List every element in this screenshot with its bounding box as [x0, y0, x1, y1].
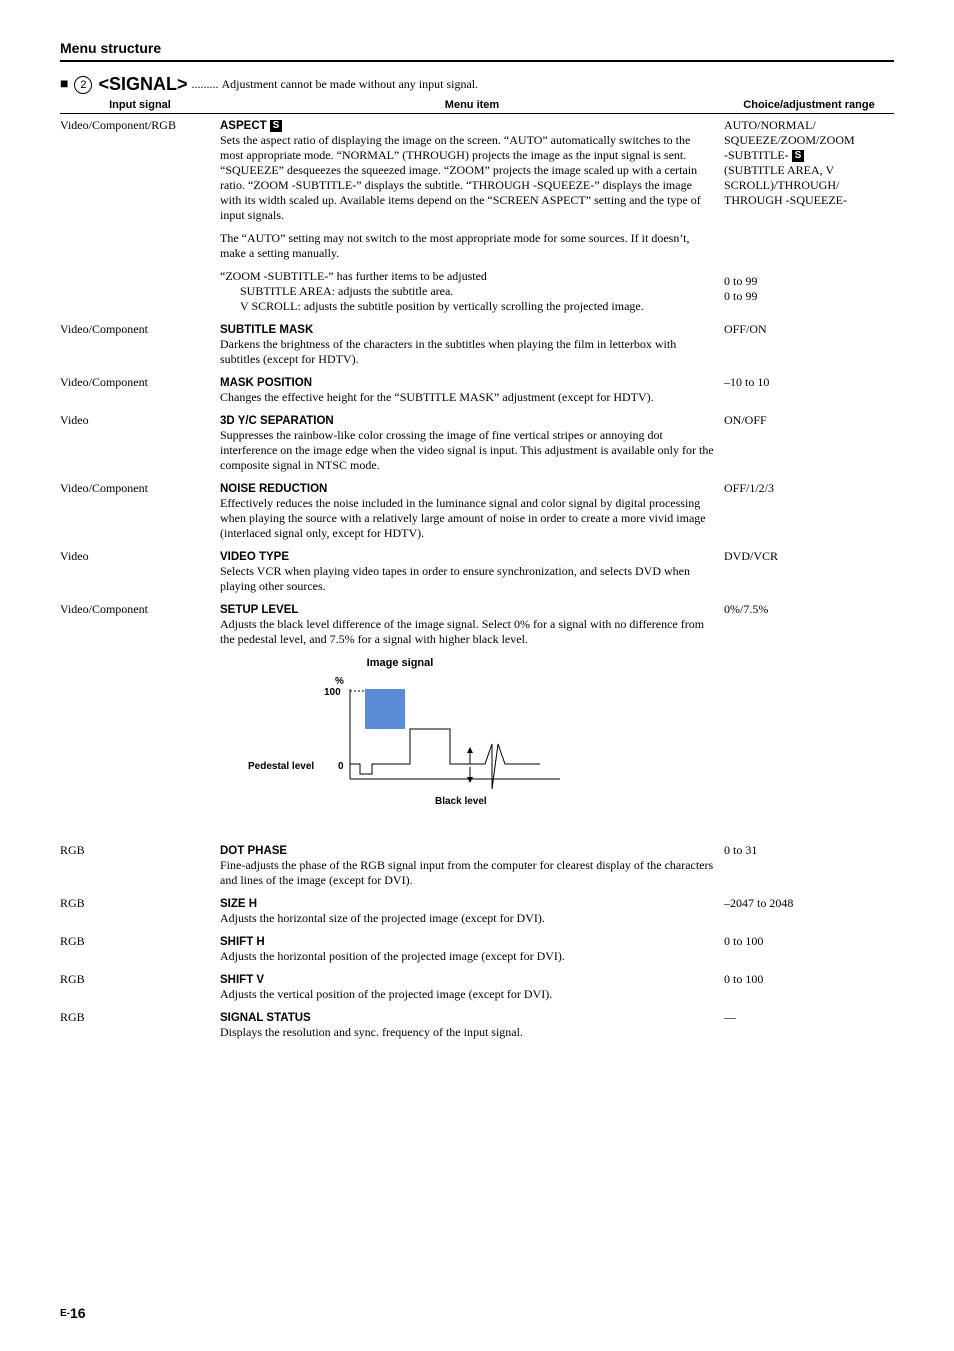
bullet-icon: ■ — [60, 77, 68, 93]
sizeh-row: RGB SIZE H Adjusts the horizontal size o… — [60, 896, 894, 926]
yc-sep-desc: Suppresses the rainbow-like color crossi… — [220, 428, 714, 472]
setup-input: Video/Component — [60, 602, 220, 647]
zero-label: 0 — [338, 761, 344, 772]
aspect-sub1: SUBTITLE AREA: adjusts the subtitle area… — [240, 284, 453, 298]
shiftv-row: RGB SHIFT V Adjusts the vertical positio… — [60, 972, 894, 1002]
subtitle-mask-menu: SUBTITLE MASK Darkens the brightness of … — [220, 322, 724, 367]
sizeh-label: SIZE H — [220, 898, 257, 910]
col-choice-header: Choice/adjustment range — [724, 99, 894, 111]
aspect-p1: Sets the aspect ratio of displaying the … — [220, 133, 701, 222]
videotype-label: VIDEO TYPE — [220, 551, 289, 563]
aspect-input: Video/Component/RGB — [60, 118, 220, 314]
aspect-row: Video/Component/RGB ASPECT S Sets the as… — [60, 118, 894, 314]
s-icon: S — [270, 120, 283, 132]
aspect-label: ASPECT — [220, 120, 267, 132]
shiftv-input: RGB — [60, 972, 220, 1002]
status-menu: SIGNAL STATUS Displays the resolution an… — [220, 1010, 724, 1040]
shiftv-choice: 0 to 100 — [724, 972, 894, 1002]
videotype-row: Video VIDEO TYPE Selects VCR when playin… — [60, 549, 894, 594]
shifth-row: RGB SHIFT H Adjusts the horizontal posit… — [60, 934, 894, 964]
status-row: RGB SIGNAL STATUS Displays the resolutio… — [60, 1010, 894, 1040]
status-choice: — — [724, 1010, 894, 1040]
videotype-input: Video — [60, 549, 220, 594]
setup-row: Video/Component SETUP LEVEL Adjusts the … — [60, 602, 894, 647]
mask-position-label: MASK POSITION — [220, 377, 312, 389]
status-desc: Displays the resolution and sync. freque… — [220, 1025, 523, 1039]
setup-menu: SETUP LEVEL Adjusts the black level diff… — [220, 602, 724, 647]
setup-choice: 0%/7.5% — [724, 602, 894, 647]
mask-position-menu: MASK POSITION Changes the effective heig… — [220, 375, 724, 405]
aspect-sub2: V SCROLL: adjusts the subtitle position … — [240, 299, 644, 313]
yc-sep-row: Video 3D Y/C SEPARATION Suppresses the r… — [60, 413, 894, 473]
noise-choice: OFF/1/2/3 — [724, 481, 894, 541]
noise-input: Video/Component — [60, 481, 220, 541]
shifth-choice: 0 to 100 — [724, 934, 894, 964]
setup-label: SETUP LEVEL — [220, 604, 298, 616]
yc-sep-input: Video — [60, 413, 220, 473]
diagram-title: Image signal — [240, 657, 560, 669]
subtitle-mask-choice: OFF/ON — [724, 322, 894, 367]
subtitle-mask-desc: Darkens the brightness of the characters… — [220, 337, 676, 366]
sizeh-choice: –2047 to 2048 — [724, 896, 894, 926]
image-signal-diagram: Image signal % 100 0 Pedestal level Blac… — [240, 657, 894, 813]
subtitle-mask-label: SUBTITLE MASK — [220, 324, 313, 336]
videotype-menu: VIDEO TYPE Selects VCR when playing vide… — [220, 549, 724, 594]
yc-sep-label: 3D Y/C SEPARATION — [220, 415, 334, 427]
videotype-choice: DVD/VCR — [724, 549, 894, 594]
dotphase-input: RGB — [60, 843, 220, 888]
mask-position-input: Video/Component — [60, 375, 220, 405]
shifth-label: SHIFT H — [220, 936, 265, 948]
shiftv-menu: SHIFT V Adjusts the vertical position of… — [220, 972, 724, 1002]
section-header: Menu structure — [60, 40, 894, 62]
col-menu-header: Menu item — [220, 99, 724, 111]
signal-diagram-svg: % 100 0 Pedestal level Black level — [240, 669, 580, 809]
noise-label: NOISE REDUCTION — [220, 483, 327, 495]
col-input-header: Input signal — [60, 99, 220, 111]
subtitle-mask-input: Video/Component — [60, 322, 220, 367]
subtitle-mask-row: Video/Component SUBTITLE MASK Darkens th… — [60, 322, 894, 367]
status-input: RGB — [60, 1010, 220, 1040]
noise-row: Video/Component NOISE REDUCTION Effectiv… — [60, 481, 894, 541]
dotphase-menu: DOT PHASE Fine-adjusts the phase of the … — [220, 843, 724, 888]
yc-sep-menu: 3D Y/C SEPARATION Suppresses the rainbow… — [220, 413, 724, 473]
videotype-desc: Selects VCR when playing video tapes in … — [220, 564, 690, 593]
mask-position-desc: Changes the effective height for the “SU… — [220, 390, 654, 404]
dotphase-choice: 0 to 31 — [724, 843, 894, 888]
setup-desc: Adjusts the black level difference of th… — [220, 617, 704, 646]
yc-sep-choice: ON/OFF — [724, 413, 894, 473]
dots: ......... — [192, 77, 219, 92]
pedestal-label: Pedestal level — [248, 761, 314, 772]
sizeh-input: RGB — [60, 896, 220, 926]
shiftv-label: SHIFT V — [220, 974, 264, 986]
dotphase-desc: Fine-adjusts the phase of the RGB signal… — [220, 858, 713, 887]
aspect-p3: “ZOOM -SUBTITLE-” has further items to b… — [220, 269, 487, 283]
signal-heading-row: ■ 2 <SIGNAL> ......... Adjustment cannot… — [60, 74, 894, 95]
sizeh-menu: SIZE H Adjusts the horizontal size of th… — [220, 896, 724, 926]
noise-menu: NOISE REDUCTION Effectively reduces the … — [220, 481, 724, 541]
black-level-label: Black level — [435, 796, 487, 807]
dotphase-label: DOT PHASE — [220, 845, 287, 857]
status-label: SIGNAL STATUS — [220, 1012, 311, 1024]
aspect-choice: AUTO/NORMAL/ SQUEEZE/ZOOM/ZOOM -SUBTITLE… — [724, 118, 894, 314]
signal-desc: Adjustment cannot be made without any in… — [219, 77, 479, 92]
s-icon: S — [792, 150, 805, 162]
aspect-menu: ASPECT S Sets the aspect ratio of displa… — [220, 118, 724, 314]
dotphase-row: RGB DOT PHASE Fine-adjusts the phase of … — [60, 843, 894, 888]
step-number-icon: 2 — [74, 76, 92, 94]
signal-title: <SIGNAL> — [98, 74, 187, 95]
shifth-desc: Adjusts the horizontal position of the p… — [220, 949, 565, 963]
hundred-label: 100 — [324, 687, 341, 698]
percent-label: % — [335, 676, 344, 687]
sizeh-desc: Adjusts the horizontal size of the proje… — [220, 911, 545, 925]
aspect-p2: The “AUTO” setting may not switch to the… — [220, 231, 689, 260]
shiftv-desc: Adjusts the vertical position of the pro… — [220, 987, 552, 1001]
mask-position-choice: –10 to 10 — [724, 375, 894, 405]
shifth-input: RGB — [60, 934, 220, 964]
shifth-menu: SHIFT H Adjusts the horizontal position … — [220, 934, 724, 964]
page-number: E-16 — [60, 1305, 86, 1321]
column-headers: Input signal Menu item Choice/adjustment… — [60, 99, 894, 114]
noise-desc: Effectively reduces the noise included i… — [220, 496, 706, 540]
mask-position-row: Video/Component MASK POSITION Changes th… — [60, 375, 894, 405]
